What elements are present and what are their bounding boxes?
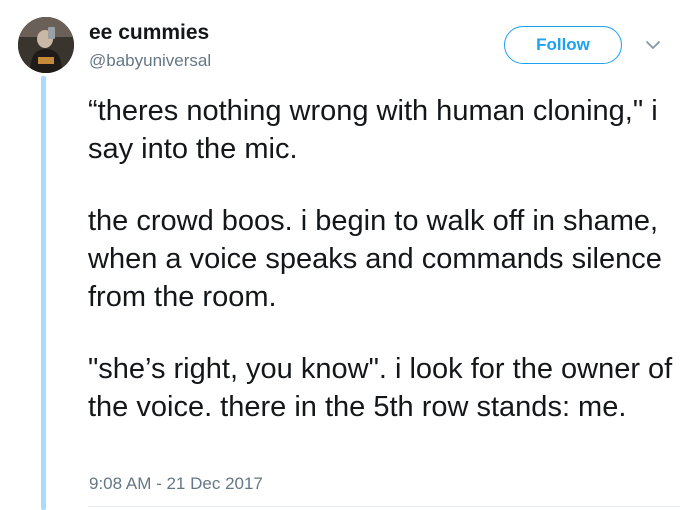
tweet-paragraph: “theres nothing wrong with human cloning… xyxy=(88,95,658,165)
follow-button[interactable]: Follow xyxy=(504,26,622,64)
chevron-down-icon[interactable] xyxy=(644,36,662,54)
tweet-text: “theres nothing wrong with human cloning… xyxy=(88,92,673,426)
avatar-photo xyxy=(18,17,74,73)
display-name[interactable]: ee cummies xyxy=(89,21,209,45)
divider xyxy=(88,506,680,507)
user-handle[interactable]: @babyuniversal xyxy=(89,51,211,71)
tweet-paragraph: the crowd boos. i begin to walk off in s… xyxy=(88,205,662,313)
thread-line xyxy=(41,76,46,510)
timestamp[interactable]: 9:08 AM - 21 Dec 2017 xyxy=(89,474,263,494)
avatar[interactable] xyxy=(18,17,74,73)
tweet-paragraph: "she’s right, you know". i look for the … xyxy=(88,353,673,423)
